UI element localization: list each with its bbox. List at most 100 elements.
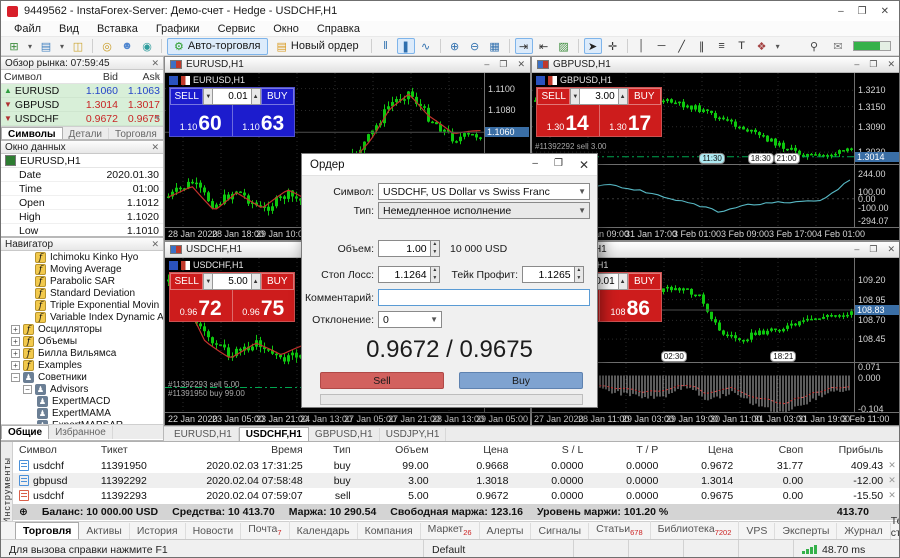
volume-up-icon[interactable]: ▲ xyxy=(251,273,261,290)
volume-up-icon[interactable]: ▲ xyxy=(618,273,628,290)
spin-down-icon[interactable]: ▼ xyxy=(575,275,583,283)
tile-windows-icon[interactable]: ▦ xyxy=(486,38,504,54)
tree-item[interactable]: −♟Советники xyxy=(1,371,163,383)
volume-stepper[interactable]: ▲▼ xyxy=(378,240,440,257)
buy-button[interactable]: Buy xyxy=(459,372,583,389)
toolbox-tab-Алерты[interactable]: Алерты xyxy=(480,523,532,539)
close-button[interactable]: ✕ xyxy=(517,59,525,70)
chart-window-titlebar[interactable]: GBPUSD,H1–❐✕ xyxy=(532,57,900,73)
chat-icon[interactable]: ✉ xyxy=(829,38,847,54)
time-axis[interactable]: 22 Jan 202023 Jan 05:0023 Jan 21:0024 Ja… xyxy=(165,412,530,425)
maximize-button[interactable]: ❐ xyxy=(869,244,877,255)
tree-item[interactable]: ♟ExpertMACD xyxy=(1,395,163,407)
toolbox-tab-Библиотека[interactable]: Библиотека7202 xyxy=(651,521,740,539)
tab-Избранное[interactable]: Избранное xyxy=(49,426,113,439)
toolbox-tab-Активы[interactable]: Активы xyxy=(79,523,130,539)
order-type-select[interactable]: Немедленное исполнение▼ xyxy=(378,202,590,219)
spin-up-icon[interactable]: ▲ xyxy=(575,267,583,275)
signals-icon[interactable]: ◉ xyxy=(138,38,156,54)
take-profit-stepper[interactable]: ▲▼ xyxy=(522,266,584,283)
volume-down-icon[interactable]: ▼ xyxy=(570,88,580,105)
toolbox-tab-Новости[interactable]: Новости xyxy=(186,523,242,539)
coins-icon[interactable]: ◎ xyxy=(98,38,116,54)
toolbox-tab-История[interactable]: История xyxy=(130,523,186,539)
price-scale[interactable]: 109.20108.95108.70108.45108.830.0710.000… xyxy=(854,258,900,412)
spinner-arrows[interactable]: ▲▼ xyxy=(431,240,440,257)
menu-Вставка[interactable]: Вставка xyxy=(88,23,147,35)
sell-button[interactable]: SELL xyxy=(170,88,203,105)
buy-button[interactable]: BUY xyxy=(261,273,294,290)
new-chart-icon[interactable]: ⊞ xyxy=(5,38,23,54)
community-icon[interactable]: ☻ xyxy=(118,38,136,54)
chart-shift-icon[interactable]: ⇥ xyxy=(515,38,533,54)
volume-up-icon[interactable]: ▲ xyxy=(251,88,261,105)
price-scale[interactable]: 1.32101.31501.30901.30301.3014244.00100.… xyxy=(854,73,900,227)
tree-item[interactable]: fTriple Exponential Movin xyxy=(1,299,163,311)
profiles-icon[interactable]: ▤ xyxy=(37,38,55,54)
candles-icon[interactable]: ❚ xyxy=(397,38,415,54)
sell-button[interactable]: Sell xyxy=(320,372,444,389)
menu-Графики[interactable]: Графики xyxy=(147,23,209,35)
tree-item[interactable]: fMoving Average xyxy=(1,263,163,275)
spin-up-icon[interactable]: ▲ xyxy=(431,267,439,275)
toolbox-tab-Сигналы[interactable]: Сигналы xyxy=(531,523,589,539)
position-row[interactable]: gbpusd113922922020.02.04 07:58:48buy3.00… xyxy=(13,473,900,488)
vline-icon[interactable]: │ xyxy=(633,38,651,54)
position-row[interactable]: usdchf113922932020.02.04 07:59:07sell5.0… xyxy=(13,488,900,503)
one-click-trading-icon[interactable] xyxy=(181,76,190,85)
dropdown-caret[interactable]: ▾ xyxy=(25,38,35,54)
expand-icon[interactable]: + xyxy=(11,349,20,358)
menu-Файл[interactable]: Файл xyxy=(5,23,50,35)
time-axis[interactable]: 27 Jan 202028 Jan 11:0029 Jan 03:0029 Ja… xyxy=(532,412,900,425)
collapse-icon[interactable]: − xyxy=(11,373,20,382)
close-icon[interactable]: ✕ xyxy=(151,142,159,153)
sell-price[interactable]: 1.1060 xyxy=(170,105,233,136)
zoom-out-icon[interactable]: ⊖ xyxy=(466,38,484,54)
zoom-in-icon[interactable]: ⊕ xyxy=(446,38,464,54)
maximize-button[interactable]: ❐ xyxy=(499,59,507,70)
depth-of-market-icon[interactable] xyxy=(169,261,178,270)
buy-price[interactable]: 0.9675 xyxy=(233,290,295,321)
menu-Окно[interactable]: Окно xyxy=(264,23,308,35)
toolbox-tab-Календарь[interactable]: Календарь xyxy=(290,523,358,539)
close-icon[interactable]: ✕ xyxy=(151,239,159,250)
arrows-icon[interactable]: ❖ xyxy=(753,38,771,54)
status-profile[interactable]: Default xyxy=(423,540,573,558)
balance-expand-icon[interactable]: ⊕ xyxy=(19,506,28,518)
close-button[interactable]: ✕ xyxy=(887,59,895,70)
volume-value[interactable]: 0.01 xyxy=(213,88,250,105)
position-row[interactable]: usdchf113919502020.02.03 17:31:25buy99.0… xyxy=(13,458,900,473)
minimize-button[interactable]: – xyxy=(838,6,844,17)
spin-down-icon[interactable]: ▼ xyxy=(431,275,439,283)
autotrade-button[interactable]: ⚙Авто-торговля xyxy=(167,38,268,55)
minimize-button[interactable]: – xyxy=(854,244,859,255)
tree-item[interactable]: +fExamples xyxy=(1,359,163,371)
market-watch-row[interactable]: ▼USDCHF0.96720.9675 xyxy=(1,112,163,126)
toolbox-tab-Эксперты[interactable]: Эксперты xyxy=(775,523,837,539)
tree-item[interactable]: +fОбъемы xyxy=(1,335,163,347)
close-position-icon[interactable]: ✕ xyxy=(883,475,900,486)
crosshair-icon[interactable]: ✛ xyxy=(604,38,622,54)
menu-Вид[interactable]: Вид xyxy=(50,23,88,35)
tree-item[interactable]: ♟ExpertMAMA xyxy=(1,407,163,419)
symbol-select[interactable]: USDCHF, US Dollar vs Swiss Franc▼ xyxy=(378,183,590,200)
toolbox-tab-Почта[interactable]: Почта7 xyxy=(241,521,289,539)
fibo-icon[interactable]: ≡ xyxy=(713,38,731,54)
volume-up-icon[interactable]: ▲ xyxy=(618,88,628,105)
market-history-icon[interactable]: ◫ xyxy=(69,38,87,54)
volume-input[interactable] xyxy=(378,240,431,257)
close-position-icon[interactable]: ✕ xyxy=(883,490,900,501)
toolbox-tab-Журнал[interactable]: Журнал xyxy=(837,523,890,539)
toolbox-tab-Маркет[interactable]: Маркет26 xyxy=(421,521,480,539)
buy-button[interactable]: BUY xyxy=(628,88,661,105)
toolbox-tab-Компания[interactable]: Компания xyxy=(358,523,421,539)
tree-item[interactable]: fParabolic SAR xyxy=(1,275,163,287)
dropdown-caret[interactable]: ▾ xyxy=(57,38,67,54)
take-profit-input[interactable] xyxy=(522,266,575,283)
minimize-button[interactable]: – xyxy=(854,59,859,70)
minimize-button[interactable]: – xyxy=(484,59,489,70)
stop-loss-input[interactable] xyxy=(378,266,431,283)
sell-button[interactable]: SELL xyxy=(537,88,570,105)
market-watch-row[interactable]: ▲EURUSD1.10601.1063 xyxy=(1,84,163,98)
spinner-arrows[interactable]: ▲▼ xyxy=(575,266,584,283)
